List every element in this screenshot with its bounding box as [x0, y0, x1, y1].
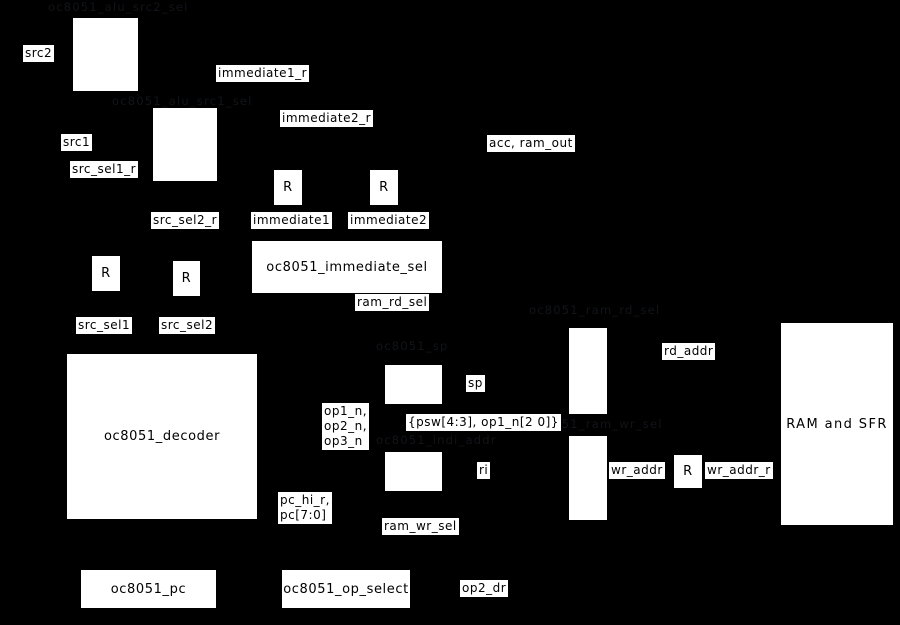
signal-label-op-n: op1_n, op2_n, op3_n	[322, 403, 370, 450]
block-alu-src2-sel[interactable]	[73, 18, 138, 91]
signal-label-src-sel1-r: src_sel1_r	[70, 161, 139, 178]
signal-label-ram-rd-sel: ram_rd_sel	[355, 294, 430, 311]
signal-label-ri: ri	[477, 462, 491, 479]
block-register-immediate2[interactable]: R	[370, 170, 398, 205]
signal-label-src2: src2	[23, 45, 55, 62]
signal-label-immediate2: immediate2	[348, 212, 430, 229]
module-label-sp: oc8051_sp	[376, 339, 449, 353]
signal-label-psw-op1n: {psw[4:3], op1_n[2 0]}	[406, 414, 561, 431]
block-decoder[interactable]: oc8051_decoder	[67, 354, 257, 519]
module-label-alu-src2-sel: oc8051_alu_src2_sel	[48, 0, 189, 14]
block-immediate-sel[interactable]: oc8051_immediate_sel	[252, 241, 442, 293]
block-op-select[interactable]: oc8051_op_select	[282, 570, 410, 608]
block-ram-and-sfr[interactable]: RAM and SFR	[781, 323, 893, 525]
block-alu-src1-sel[interactable]	[153, 108, 217, 181]
block-ram-rd-sel[interactable]	[569, 328, 607, 414]
block-pc[interactable]: oc8051_pc	[81, 570, 216, 608]
signal-label-immediate1-r: immediate1_r	[216, 65, 310, 82]
signal-label-src-sel1: src_sel1	[76, 317, 133, 334]
signal-label-src-sel2: src_sel2	[159, 317, 216, 334]
block-register-src-sel2[interactable]: R	[173, 261, 200, 296]
signal-label-src1: src1	[61, 134, 93, 151]
signal-label-wr-addr: wr_addr	[609, 462, 665, 479]
block-register-src-sel1[interactable]: R	[92, 256, 120, 291]
signal-label-acc-ram-out: acc, ram_out	[487, 135, 575, 152]
signal-label-pc: pc_hi_r, pc[7:0]	[278, 492, 332, 524]
signal-label-immediate2-r: immediate2_r	[280, 110, 374, 127]
signal-label-wr-addr-r: wr_addr_r	[705, 462, 773, 479]
signal-label-src-sel2-r: src_sel2_r	[151, 212, 220, 229]
signal-label-rd-addr: rd_addr	[662, 343, 716, 360]
signal-label-immediate1: immediate1	[251, 212, 333, 229]
block-indi-addr[interactable]	[385, 452, 442, 491]
block-register-wr-addr[interactable]: R	[674, 455, 702, 488]
module-label-indi-addr: oc8051_indi_addr	[376, 433, 497, 447]
block-register-immediate1[interactable]: R	[274, 170, 302, 205]
signal-label-sp: sp	[466, 375, 485, 392]
signal-label-ram-wr-sel: ram_wr_sel	[382, 518, 459, 535]
module-label-ram-rd-sel: oc8051_ram_rd_sel	[529, 303, 661, 317]
block-sp[interactable]	[385, 365, 442, 404]
module-label-alu-src1-sel: oc8051_alu_src1_sel	[112, 94, 253, 108]
diagram-canvas: oc8051_alu_src2_sel oc8051_alu_src1_sel …	[0, 0, 900, 625]
block-ram-wr-sel[interactable]	[569, 436, 607, 520]
signal-label-op2-dr: op2_dr	[460, 580, 509, 597]
